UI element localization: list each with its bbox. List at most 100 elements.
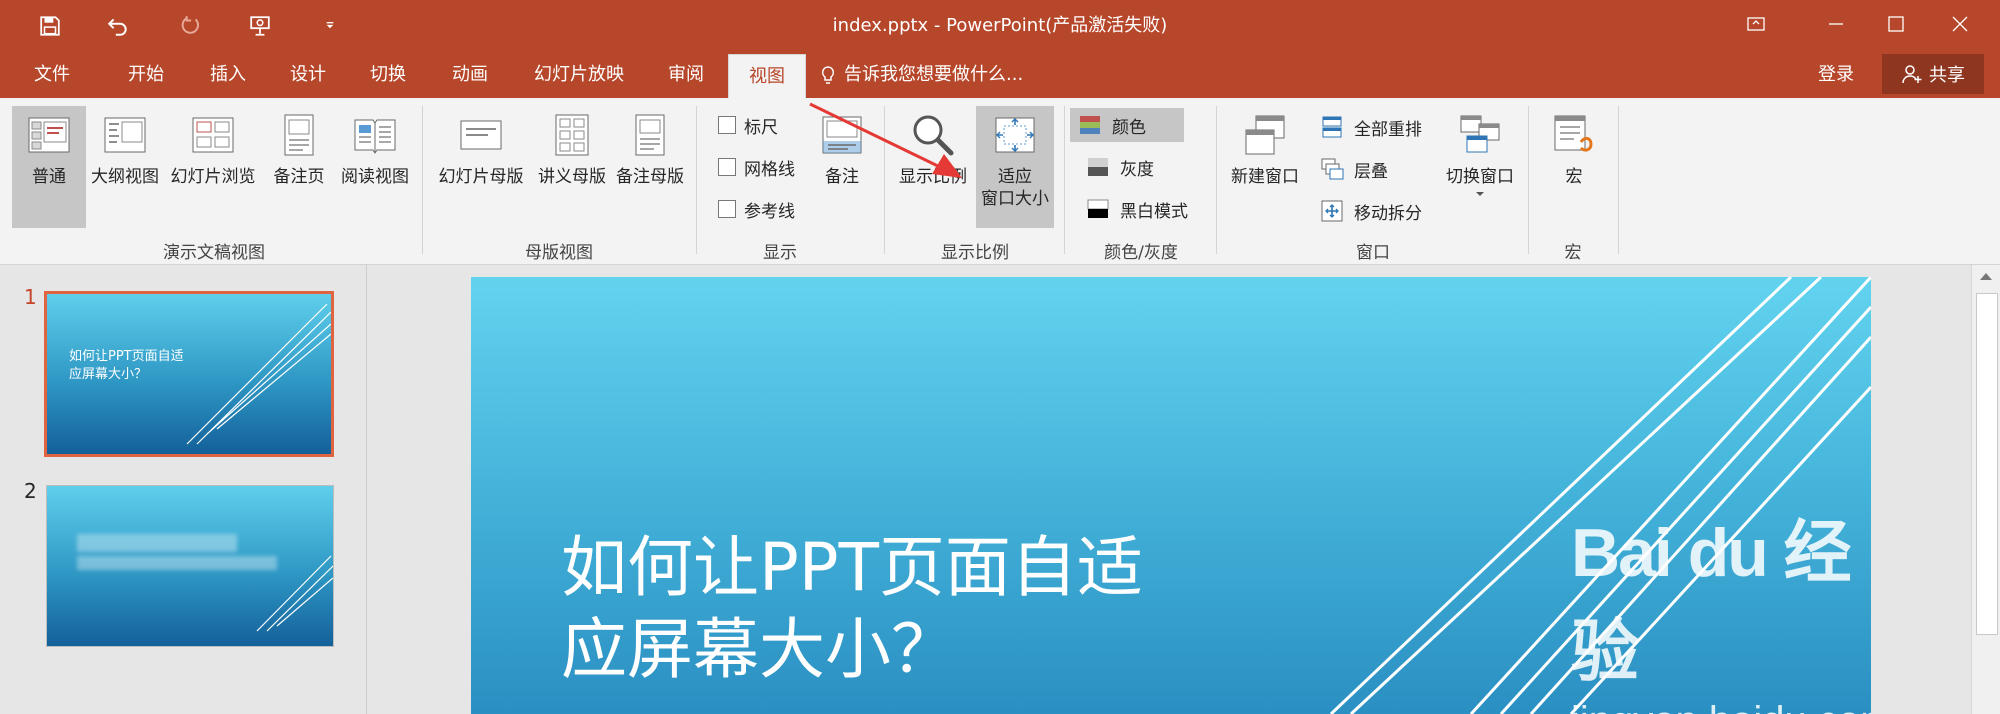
login-link[interactable]: 登录 — [1818, 52, 1854, 98]
group-separator — [1528, 106, 1529, 254]
gridlines-checkbox-box[interactable] — [718, 158, 736, 176]
ruler-checkbox-box[interactable] — [718, 116, 736, 134]
outline-view-label: 大纲视图 — [91, 167, 159, 187]
notes-button[interactable]: 备注 — [814, 106, 870, 228]
black-white-icon — [1087, 199, 1109, 218]
share-button[interactable]: 共享 — [1882, 54, 1984, 94]
handout-master-label: 讲义母版 — [538, 167, 606, 187]
scrollbar-thumb[interactable] — [1976, 293, 1998, 635]
macros-label: 宏 — [1565, 167, 1583, 187]
window-group-label: 窗口 — [1356, 243, 1390, 263]
close-icon[interactable] — [1930, 0, 1990, 48]
switch-windows-button[interactable]: 切换窗口 — [1438, 106, 1522, 228]
tab-review[interactable]: 审阅 — [652, 52, 720, 98]
switch-windows-icon — [1460, 115, 1500, 153]
baidu-url: jingyan.baidu.com — [1571, 699, 1871, 714]
show-group-label: 显示 — [763, 243, 797, 263]
group-separator — [696, 106, 697, 254]
slide-sorter-icon — [192, 117, 234, 153]
grayscale-icon — [1088, 158, 1108, 176]
move-split-button[interactable]: 移动拆分 — [1320, 194, 1422, 228]
ribbon: 普通 大纲视图 幻灯片浏览 备注页 阅读视图 演示文稿视图 幻灯片母版 讲义母版… — [0, 98, 2000, 356]
notes-page-button[interactable]: 备注页 — [264, 106, 334, 228]
slide-thumbnail-2[interactable] — [46, 485, 334, 647]
new-window-icon — [1245, 115, 1285, 155]
notes-label: 备注 — [825, 167, 859, 187]
black-white-label: 黑白模式 — [1120, 201, 1188, 222]
zoom-group-label: 显示比例 — [941, 243, 1009, 263]
reading-view-icon — [354, 119, 396, 154]
guides-checkbox-box[interactable] — [718, 200, 736, 218]
notes-master-button[interactable]: 备注母版 — [612, 106, 688, 228]
black-white-button[interactable]: 黑白模式 — [1086, 192, 1188, 226]
title-bar: index.pptx - PowerPoint(产品激活失败) — [0, 0, 2000, 52]
tab-animations[interactable]: 动画 — [436, 52, 504, 98]
chevron-down-icon — [1476, 192, 1484, 196]
tell-me-text: 告诉我您想要做什么... — [844, 64, 1024, 85]
normal-view-button[interactable]: 普通 — [12, 106, 86, 228]
slide-title[interactable]: 如何让PPT页面自适 应屏幕大小？ — [561, 527, 1143, 691]
handout-master-button[interactable]: 讲义母版 — [534, 106, 610, 228]
maximize-icon[interactable] — [1866, 0, 1926, 48]
presentation-views-group-label: 演示文稿视图 — [163, 243, 265, 263]
fit-to-window-button[interactable]: 适应 窗口大小 — [976, 106, 1054, 228]
share-person-icon — [1902, 65, 1922, 84]
slide-number: 2 — [24, 479, 37, 503]
new-window-button[interactable]: 新建窗口 — [1224, 106, 1306, 228]
current-slide[interactable]: 如何让PPT页面自适 应屏幕大小？ Bai du 经验 jingyan.baid… — [471, 277, 1871, 714]
macros-button[interactable]: 宏 — [1540, 106, 1608, 228]
vertical-scrollbar[interactable] — [1971, 265, 2000, 714]
guides-label: 参考线 — [744, 201, 795, 222]
notes-master-label: 备注母版 — [616, 167, 684, 187]
minimize-icon[interactable] — [1806, 0, 1866, 48]
tab-design[interactable]: 设计 — [274, 52, 342, 98]
tab-home[interactable]: 开始 — [112, 52, 180, 98]
slide-sorter-button[interactable]: 幻灯片浏览 — [166, 106, 260, 228]
color-group-label: 颜色/灰度 — [1104, 243, 1178, 263]
group-separator — [1216, 106, 1217, 254]
normal-view-label: 普通 — [32, 167, 66, 187]
ribbon-display-options-icon[interactable] — [1726, 0, 1786, 48]
ruler-checkbox[interactable]: 标尺 — [718, 110, 778, 140]
color-button[interactable]: 颜色 — [1070, 108, 1184, 142]
grayscale-button[interactable]: 灰度 — [1086, 150, 1154, 184]
ribbon-tab-bar: 文件 开始 插入 设计 切换 动画 幻灯片放映 审阅 视图 告诉我您想要做什么.… — [0, 52, 2000, 98]
share-label: 共享 — [1929, 65, 1965, 86]
color-label: 颜色 — [1112, 117, 1146, 138]
cascade-button[interactable]: 层叠 — [1320, 152, 1388, 186]
tab-slideshow[interactable]: 幻灯片放映 — [524, 52, 634, 98]
outline-view-button[interactable]: 大纲视图 — [88, 106, 162, 228]
slide-master-button[interactable]: 幻灯片母版 — [432, 106, 530, 228]
zoom-button[interactable]: 显示比例 — [894, 106, 972, 228]
arrange-all-label: 全部重排 — [1354, 119, 1422, 140]
scroll-up-icon[interactable] — [1979, 271, 1993, 281]
master-views-group-label: 母版视图 — [525, 243, 593, 263]
color-swatch-icon — [1080, 116, 1100, 134]
zoom-label: 显示比例 — [899, 167, 967, 187]
arrange-all-button[interactable]: 全部重排 — [1320, 110, 1422, 144]
tab-insert[interactable]: 插入 — [194, 52, 262, 98]
fit-to-window-label-line2: 窗口大小 — [981, 189, 1049, 209]
group-separator — [1618, 106, 1619, 254]
tab-view[interactable]: 视图 — [728, 54, 806, 98]
arrange-all-icon — [1322, 116, 1342, 138]
guides-checkbox[interactable]: 参考线 — [718, 194, 795, 224]
slide-master-icon — [460, 120, 502, 150]
new-window-label: 新建窗口 — [1231, 167, 1299, 187]
lightbulb-icon — [821, 66, 835, 84]
blurred-text — [77, 534, 237, 552]
notes-page-icon — [284, 114, 314, 156]
gridlines-label: 网格线 — [744, 159, 795, 180]
reading-view-button[interactable]: 阅读视图 — [336, 106, 414, 228]
slide-number: 1 — [24, 285, 37, 309]
reading-view-label: 阅读视图 — [341, 167, 409, 187]
tab-file[interactable]: 文件 — [18, 52, 86, 98]
slide-thumbnail-1[interactable]: 如何让PPT页面自适 应屏幕大小？ — [44, 291, 334, 457]
tell-me-box[interactable]: 告诉我您想要做什么... — [818, 52, 1023, 98]
macros-group-label: 宏 — [1564, 243, 1582, 263]
tab-transitions[interactable]: 切换 — [354, 52, 422, 98]
gridlines-checkbox[interactable]: 网格线 — [718, 152, 795, 182]
slide-sorter-label: 幻灯片浏览 — [170, 167, 256, 187]
group-separator — [1064, 106, 1065, 254]
slide-editing-area: 如何让PPT页面自适 应屏幕大小？ Bai du 经验 jingyan.baid… — [367, 265, 1971, 714]
